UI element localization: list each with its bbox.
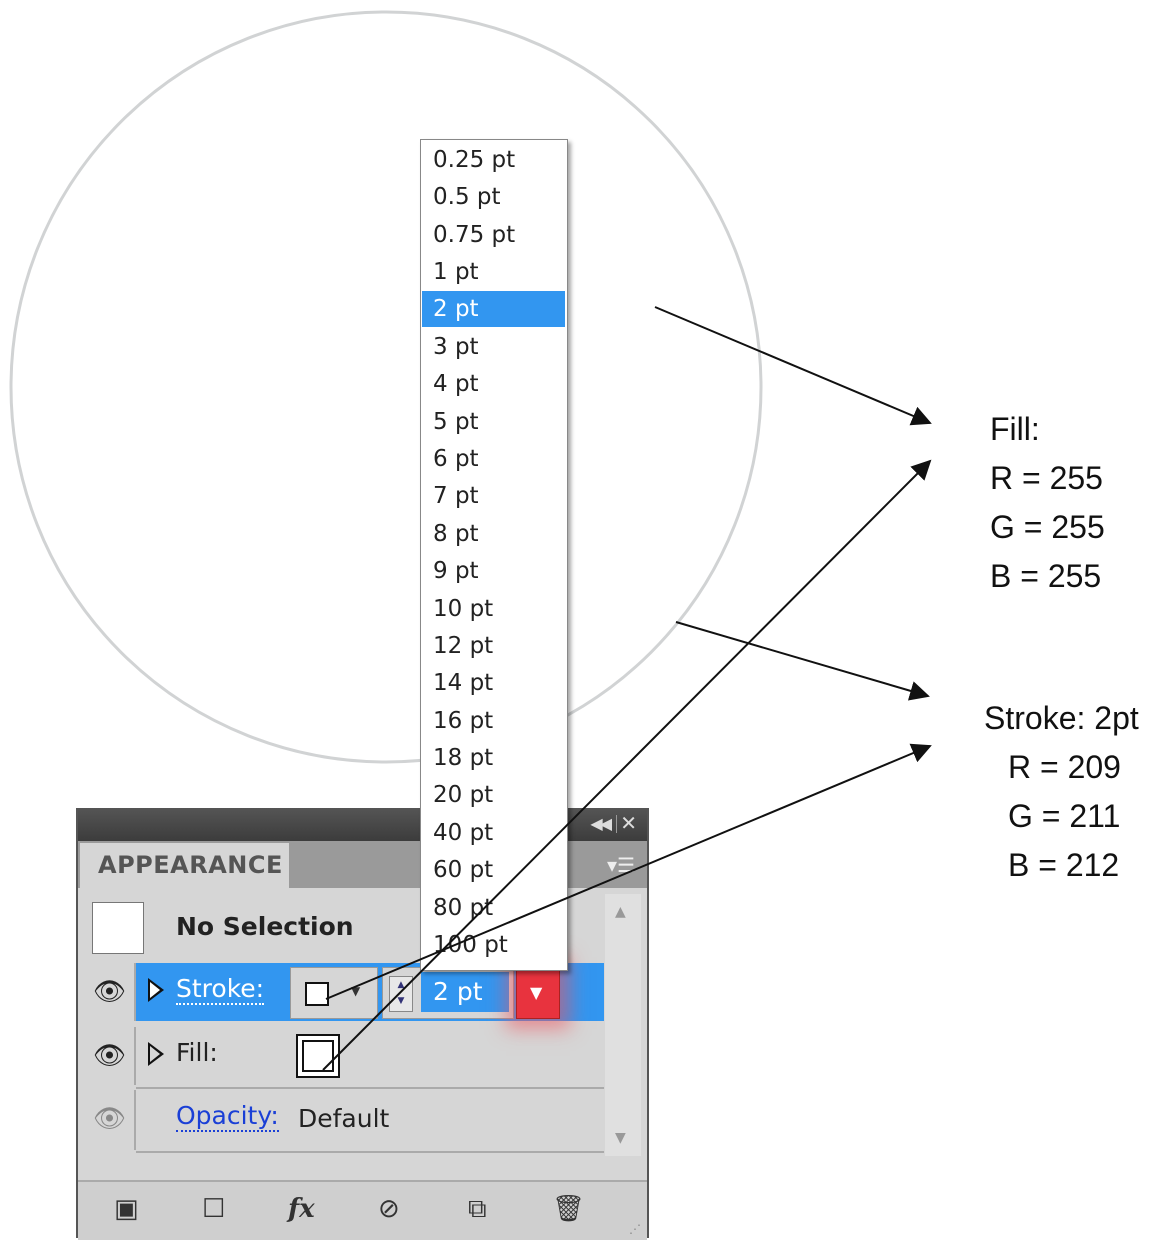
eye-icon: 👁 bbox=[93, 1104, 127, 1134]
menu-item[interactable]: 80 pt bbox=[422, 890, 565, 926]
fill-label[interactable]: Fill: bbox=[176, 1039, 218, 1067]
opacity-visibility-toggle[interactable]: 👁 bbox=[84, 1090, 136, 1150]
eye-icon: 👁 bbox=[93, 977, 127, 1007]
menu-item[interactable]: 20 pt bbox=[422, 777, 565, 813]
chevron-down-icon[interactable]: ▼ bbox=[351, 984, 360, 998]
panel-menu-icon[interactable]: ▾☰ bbox=[607, 853, 635, 877]
selection-thumbnail bbox=[92, 902, 144, 954]
stroke-annotation-b: B = 212 bbox=[1008, 847, 1120, 883]
panel-scrollbar[interactable]: ▲ ▼ bbox=[605, 894, 641, 1156]
no-selection-label: No Selection bbox=[176, 912, 354, 941]
stroke-weight-input[interactable]: 2 pt bbox=[421, 972, 509, 1012]
menu-item[interactable]: 60 pt bbox=[422, 852, 565, 888]
menu-item[interactable]: 0.25 pt bbox=[422, 142, 565, 178]
fill-annotation-b: B = 255 bbox=[990, 558, 1102, 594]
menu-item[interactable]: 10 pt bbox=[422, 591, 565, 627]
titlebar-divider bbox=[616, 815, 617, 833]
eye-icon: 👁 bbox=[93, 1041, 127, 1071]
fill-color-swatch[interactable] bbox=[296, 1034, 340, 1078]
fill-annotation-g: G = 255 bbox=[990, 509, 1105, 545]
stroke-swatch-icon bbox=[305, 982, 329, 1006]
menu-item[interactable]: 4 pt bbox=[422, 366, 565, 402]
stroke-annotation-r: R = 209 bbox=[1008, 749, 1121, 785]
close-icon[interactable]: ✕ bbox=[620, 811, 637, 835]
chevron-down-icon: ▼ bbox=[530, 983, 543, 1002]
tab-appearance[interactable]: APPEARANCE bbox=[80, 843, 289, 888]
scroll-down-icon[interactable]: ▼ bbox=[615, 1130, 626, 1146]
add-new-fill-icon[interactable]: ☐ bbox=[202, 1194, 225, 1224]
stroke-annotation-g: G = 211 bbox=[1008, 798, 1121, 834]
clear-appearance-icon[interactable]: ⊘ bbox=[378, 1194, 400, 1224]
opacity-value: Default bbox=[298, 1104, 390, 1133]
stroke-annotation-title: Stroke: 2pt bbox=[984, 700, 1139, 736]
menu-item[interactable]: 14 pt bbox=[422, 665, 565, 701]
menu-item-selected[interactable]: 2 pt bbox=[422, 291, 565, 327]
menu-item[interactable]: 8 pt bbox=[422, 516, 565, 552]
menu-item[interactable]: 12 pt bbox=[422, 628, 565, 664]
stroke-annotation: Stroke: 2pt R = 209 G = 211 B = 212 bbox=[984, 694, 1139, 890]
menu-item[interactable]: 100 pt bbox=[422, 927, 565, 963]
stroke-row[interactable]: 👁 Stroke: ▼ ▲ ▼ 2 pt ▼ bbox=[84, 963, 604, 1021]
stroke-weight-field[interactable]: ▲ ▼ 2 pt bbox=[382, 967, 514, 1019]
scroll-up-icon[interactable]: ▲ bbox=[615, 904, 626, 920]
row-divider bbox=[136, 1087, 604, 1089]
stroke-visibility-toggle[interactable]: 👁 bbox=[84, 963, 136, 1021]
fill-visibility-toggle[interactable]: 👁 bbox=[84, 1027, 136, 1085]
menu-item[interactable]: 40 pt bbox=[422, 815, 565, 851]
trash-icon[interactable]: 🗑 bbox=[552, 1194, 585, 1224]
menu-item[interactable]: 0.75 pt bbox=[422, 217, 565, 253]
menu-item[interactable]: 7 pt bbox=[422, 478, 565, 514]
menu-item[interactable]: 3 pt bbox=[422, 329, 565, 365]
stroke-color-swatch[interactable]: ▼ bbox=[290, 967, 378, 1019]
menu-item[interactable]: 6 pt bbox=[422, 441, 565, 477]
menu-item[interactable]: 18 pt bbox=[422, 740, 565, 776]
stepper-icon[interactable]: ▲ ▼ bbox=[389, 976, 413, 1012]
fill-row[interactable]: 👁 Fill: bbox=[84, 1027, 604, 1085]
menu-item[interactable]: 9 pt bbox=[422, 553, 565, 589]
fill-annotation: Fill: R = 255 G = 255 B = 255 bbox=[990, 405, 1105, 601]
fill-annotation-r: R = 255 bbox=[990, 460, 1103, 496]
menu-item[interactable]: 1 pt bbox=[422, 254, 565, 290]
stroke-weight-dropdown-button[interactable]: ▼ bbox=[516, 967, 560, 1019]
opacity-label[interactable]: Opacity: bbox=[176, 1102, 279, 1132]
resize-grip-icon[interactable]: ⋰ bbox=[629, 1222, 641, 1236]
menu-item[interactable]: 0.5 pt bbox=[422, 179, 565, 215]
expand-triangle-inner bbox=[150, 982, 160, 998]
fx-icon[interactable]: fx bbox=[288, 1194, 315, 1224]
add-new-stroke-icon[interactable]: ▣ bbox=[114, 1194, 139, 1224]
circle-shape[interactable] bbox=[9, 10, 763, 764]
expand-triangle-inner bbox=[150, 1046, 160, 1062]
menu-item[interactable]: 5 pt bbox=[422, 404, 565, 440]
menu-item[interactable]: 16 pt bbox=[422, 703, 565, 739]
row-divider bbox=[136, 1151, 604, 1153]
opacity-row[interactable]: 👁 Opacity: Default bbox=[84, 1090, 604, 1150]
double-left-arrow-icon[interactable]: ◀◀ bbox=[590, 814, 612, 833]
panel-bottom-toolbar: ▣ ☐ fx ⊘ ⧉ 🗑 ⋰ bbox=[78, 1180, 647, 1240]
fill-annotation-title: Fill: bbox=[990, 411, 1040, 447]
duplicate-item-icon[interactable]: ⧉ bbox=[468, 1194, 487, 1225]
stroke-weight-menu: 0.25 pt 0.5 pt 0.75 pt 1 pt 2 pt 3 pt 4 … bbox=[420, 139, 568, 971]
stroke-label[interactable]: Stroke: bbox=[176, 975, 265, 1005]
